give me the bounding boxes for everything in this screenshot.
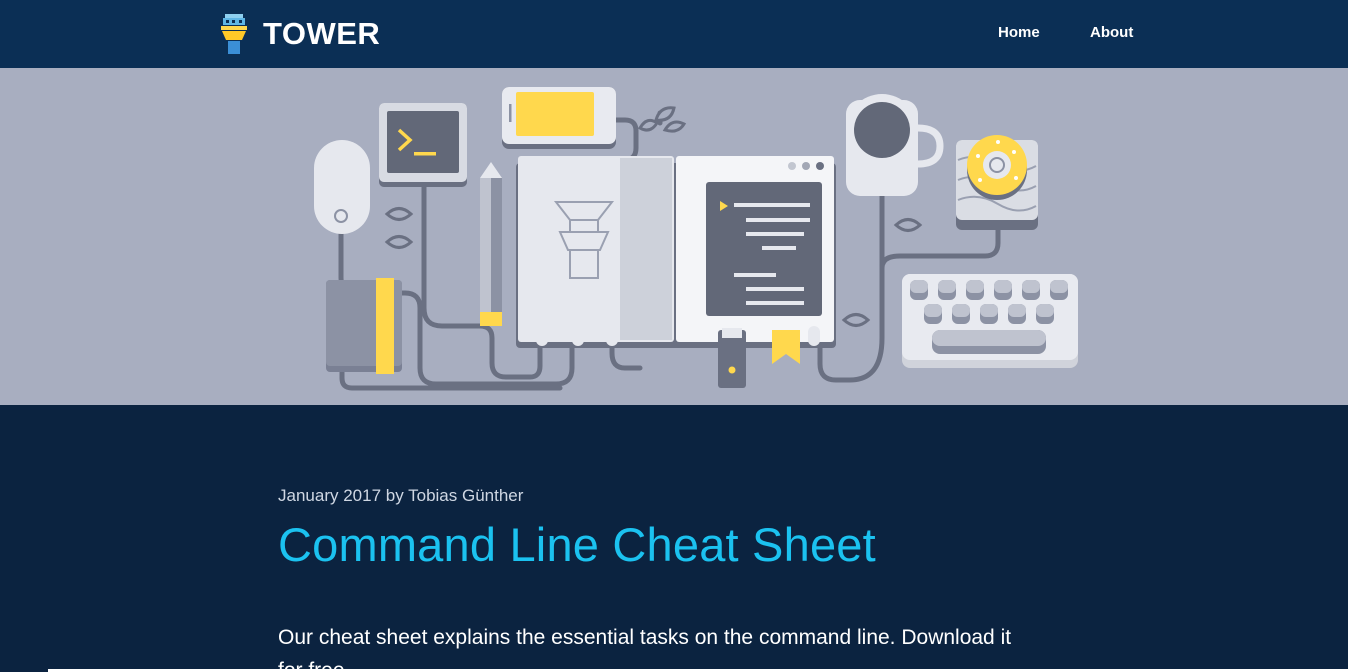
brand-logo-link[interactable]: TOWER — [218, 13, 380, 55]
article-meta: January 2017 by Tobias Günther — [278, 486, 524, 505]
page-title: Command Line Cheat Sheet — [278, 518, 876, 571]
top-nav: TOWER Home About — [0, 0, 1348, 68]
command-line-workspace-illustration — [314, 87, 1078, 391]
nav-about-link[interactable]: About — [1090, 24, 1133, 41]
article-intro: Our cheat sheet explains the essential t… — [278, 626, 1012, 672]
hero-banner — [0, 68, 1348, 405]
tower-logo-icon — [221, 14, 247, 54]
nav-home-link[interactable]: Home — [998, 24, 1040, 41]
brand-name: TOWER — [263, 16, 381, 51]
